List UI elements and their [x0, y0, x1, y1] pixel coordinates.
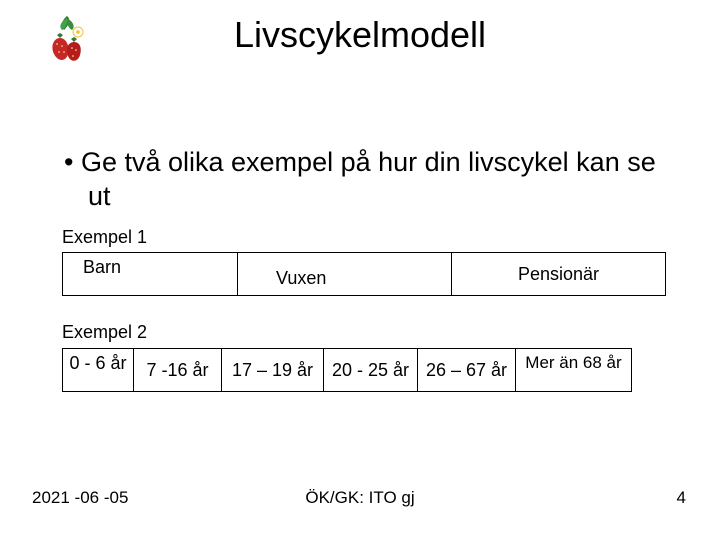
example1-cell: Pensionär [452, 252, 666, 296]
example2-cell: 17 – 19 år [222, 348, 324, 392]
example2-cell: Mer än 68 år [516, 348, 632, 392]
example2-cell: 0 - 6 år [62, 348, 134, 392]
example2-label: Exempel 2 [62, 322, 147, 343]
example2-cell: 7 -16 år [134, 348, 222, 392]
footer-center: ÖK/GK: ITO gj [0, 488, 720, 508]
example1-label: Exempel 1 [62, 227, 147, 248]
example2-cell: 26 – 67 år [418, 348, 516, 392]
example1-cell: Barn [62, 252, 238, 296]
example1-row: Barn Vuxen Pensionär [62, 252, 666, 296]
example1-cell: Vuxen [238, 252, 452, 296]
bullet-item: • Ge två olika exempel på hur din livscy… [64, 146, 680, 214]
example2-cell: 20 - 25 år [324, 348, 418, 392]
footer-page-number: 4 [677, 488, 686, 508]
example2-row: 0 - 6 år 7 -16 år 17 – 19 år 20 - 25 år … [62, 348, 632, 392]
slide-title: Livscykelmodell [0, 14, 720, 56]
